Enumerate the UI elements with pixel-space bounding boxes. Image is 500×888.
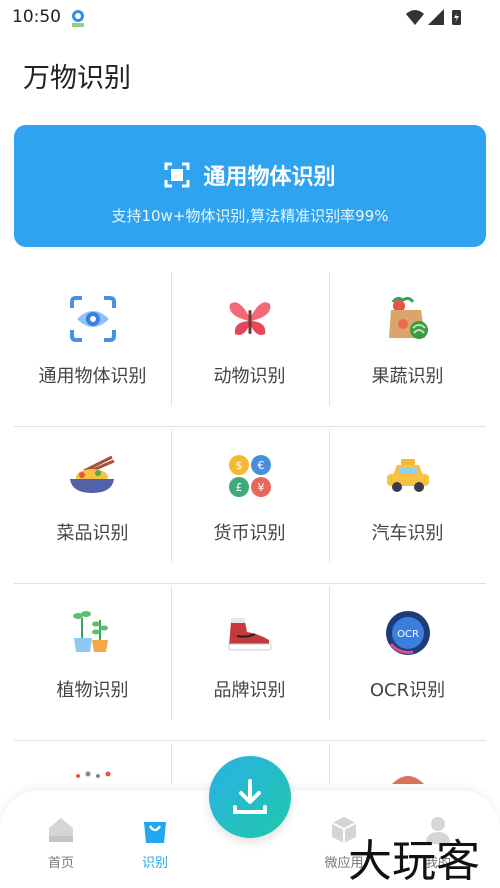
svg-text:£: £ bbox=[235, 481, 242, 494]
grid-item-label: 植物识别 bbox=[56, 680, 129, 701]
status-time: 10:50 bbox=[12, 7, 61, 27]
wifi-icon bbox=[406, 10, 424, 25]
plant-icon bbox=[72, 611, 108, 652]
taxi-icon bbox=[386, 459, 429, 492]
eye-scan-icon bbox=[69, 296, 116, 342]
grid-item-label: 汽车识别 bbox=[371, 523, 444, 544]
download-icon bbox=[233, 779, 267, 814]
watermark-text: 大玩客 bbox=[348, 836, 480, 887]
banner-subtitle: 支持10w+物体识别,算法精准识别率99% bbox=[111, 207, 389, 225]
column-divider bbox=[171, 586, 172, 720]
column-divider bbox=[171, 429, 172, 563]
grid-row: 通用物体识别 动物识别 果蔬识别 bbox=[14, 270, 486, 427]
ocr-icon: OCR bbox=[385, 611, 430, 655]
vegetables-bag-icon bbox=[388, 296, 428, 339]
grid-row: 菜品识别 $ € £ ¥ 货币识别 汽车识别 bbox=[14, 427, 486, 584]
general-recognition-banner[interactable]: 通用物体识别 支持10w+物体识别,算法精准识别率99% bbox=[14, 125, 486, 247]
grid-item-car[interactable]: 汽车识别 bbox=[329, 427, 486, 563]
grid-item-brand[interactable]: 品牌识别 bbox=[171, 584, 328, 720]
grid-item-label: 果蔬识别 bbox=[371, 366, 444, 387]
column-divider bbox=[329, 429, 330, 563]
signal-icon bbox=[428, 9, 444, 25]
grid-item-label: 菜品识别 bbox=[56, 523, 129, 544]
download-button[interactable] bbox=[209, 756, 291, 838]
row-divider bbox=[14, 740, 486, 741]
nav-label: 识别 bbox=[141, 856, 168, 871]
svg-text:€: € bbox=[257, 459, 264, 472]
watermark-logo: 大玩客 bbox=[348, 836, 480, 887]
svg-text:OCR: OCR bbox=[397, 629, 419, 640]
grid-row: 植物识别 品牌识别 OCR OCR识别 bbox=[14, 584, 486, 741]
column-divider bbox=[329, 586, 330, 720]
column-divider bbox=[171, 272, 172, 406]
scan-frame-icon bbox=[164, 162, 190, 188]
recognition-grid: 通用物体识别 动物识别 果蔬识别 菜品识别 $ € £ ¥ 货币识别 汽车识别 … bbox=[14, 270, 486, 741]
grid-item-label: 通用物体识别 bbox=[38, 366, 147, 387]
nav-label: 首页 bbox=[47, 856, 74, 871]
grid-item-label: OCR识别 bbox=[369, 680, 446, 701]
partial-grid-icon bbox=[392, 776, 424, 784]
banner-title: 通用物体识别 bbox=[203, 165, 336, 190]
grid-item-dish[interactable]: 菜品识别 bbox=[14, 427, 171, 563]
partial-grid-icon bbox=[76, 771, 111, 778]
coins-icon: $ € £ ¥ bbox=[228, 455, 271, 497]
status-icons bbox=[406, 9, 461, 25]
grid-item-ocr[interactable]: OCR OCR识别 bbox=[329, 584, 486, 720]
svg-text:¥: ¥ bbox=[257, 481, 264, 494]
grid-item-label: 货币识别 bbox=[213, 523, 286, 544]
sneaker-icon bbox=[228, 618, 271, 651]
grid-item-label: 动物识别 bbox=[213, 366, 286, 387]
grid-item-general-object[interactable]: 通用物体识别 bbox=[14, 270, 171, 406]
nav-item-recognize[interactable]: 识别 bbox=[120, 814, 190, 871]
nav-item-home[interactable]: 首页 bbox=[26, 814, 96, 871]
noodle-bowl-icon bbox=[69, 455, 115, 493]
page-title: 万物识别 bbox=[23, 63, 131, 94]
status-bar: 10:50 bbox=[0, 0, 500, 34]
shopping-bag-icon bbox=[144, 822, 166, 843]
column-divider bbox=[329, 272, 330, 406]
svg-text:$: $ bbox=[235, 459, 242, 472]
grid-item-label: 品牌识别 bbox=[213, 680, 286, 701]
app-notification-icon bbox=[72, 10, 84, 27]
grid-item-animal[interactable]: 动物识别 bbox=[171, 270, 328, 406]
column-divider bbox=[329, 744, 330, 784]
butterfly-icon bbox=[229, 302, 270, 335]
grid-item-plant[interactable]: 植物识别 bbox=[14, 584, 171, 720]
home-icon bbox=[49, 818, 73, 842]
grid-item-fruits-vegetables[interactable]: 果蔬识别 bbox=[329, 270, 486, 406]
grid-item-currency[interactable]: $ € £ ¥ 货币识别 bbox=[171, 427, 328, 563]
column-divider bbox=[171, 744, 172, 784]
